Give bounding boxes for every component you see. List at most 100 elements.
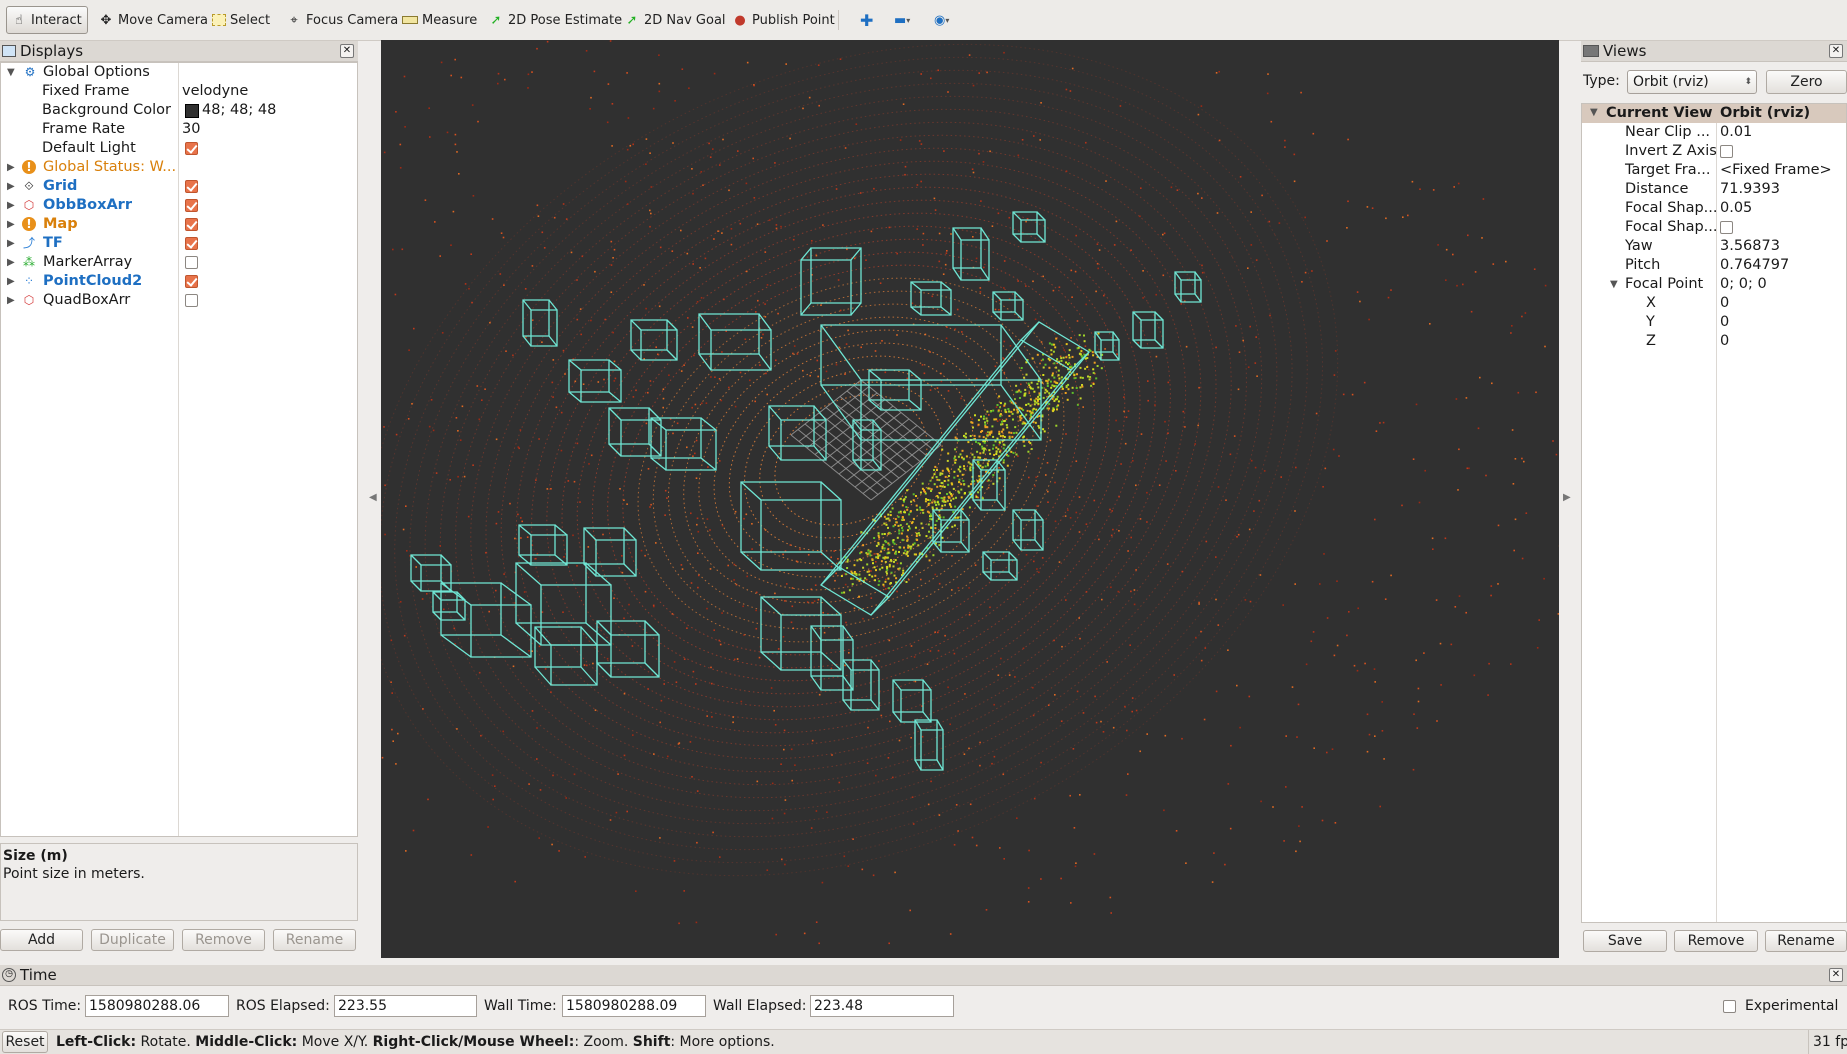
close-icon[interactable]: ✕: [340, 44, 354, 58]
expand-down-icon[interactable]: ▼: [7, 63, 15, 82]
view-prop-row[interactable]: Near Clip ...0.01: [1582, 123, 1847, 142]
close-icon[interactable]: ✕: [1829, 44, 1843, 58]
view-prop-row[interactable]: Invert Z Axis: [1582, 142, 1847, 161]
grid-checkbox[interactable]: [185, 180, 198, 193]
expand-right-icon[interactable]: ▶: [7, 253, 15, 272]
point: [447, 132, 449, 134]
display-item-pointcloud2[interactable]: ▶ ⁘ PointCloud2: [1, 272, 358, 291]
zero-button[interactable]: Zero: [1766, 70, 1847, 94]
quadboxarr-checkbox[interactable]: [185, 294, 198, 307]
duplicate-button[interactable]: Duplicate: [91, 929, 174, 951]
view-prop-checkbox[interactable]: [1720, 221, 1733, 234]
collapse-right-icon[interactable]: ▶: [1563, 492, 1571, 503]
point: [1079, 334, 1081, 336]
point: [1048, 367, 1050, 369]
view-prop-row[interactable]: Focal Point▼0; 0; 0: [1582, 275, 1847, 294]
prop-frame-rate[interactable]: Frame Rate 30: [1, 120, 358, 139]
tf-checkbox[interactable]: [185, 237, 198, 250]
point: [930, 515, 932, 517]
prop-fixed-frame[interactable]: Fixed Frame velodyne: [1, 82, 358, 101]
view-prop-row[interactable]: Yaw3.56873: [1582, 237, 1847, 256]
select-tool[interactable]: Select: [208, 6, 274, 34]
save-view-button[interactable]: Save: [1583, 930, 1667, 952]
point: [433, 430, 435, 432]
measure-tool[interactable]: Measure: [398, 6, 481, 34]
point: [1228, 783, 1230, 785]
view-prop-row[interactable]: Y0: [1582, 313, 1847, 332]
map-checkbox[interactable]: [185, 218, 198, 231]
display-item-tf[interactable]: ▶ ⤴ TF: [1, 234, 358, 253]
point: [479, 419, 481, 421]
point: [1092, 368, 1094, 370]
ros-time-field[interactable]: 1580980288.06: [85, 995, 229, 1017]
view-type-select[interactable]: Orbit (rviz) ⬍: [1627, 70, 1757, 94]
display-item-obbboxarr[interactable]: ▶ ⬡ ObbBoxArr: [1, 196, 358, 215]
move-camera-tool[interactable]: ✥Move Camera: [94, 6, 212, 34]
markerarray-checkbox[interactable]: [185, 256, 198, 269]
point: [1003, 52, 1005, 54]
view-prop-row[interactable]: Pitch0.764797: [1582, 256, 1847, 275]
expand-right-icon[interactable]: ▶: [7, 234, 15, 253]
view-prop-row[interactable]: Target Fra...<Fixed Frame>: [1582, 161, 1847, 180]
panels-eye-icon[interactable]: ◉▾: [930, 6, 953, 34]
ros-elapsed-field[interactable]: 223.55: [334, 995, 477, 1017]
view-prop-row[interactable]: Focal Shap...: [1582, 218, 1847, 237]
expand-right-icon[interactable]: ▶: [7, 291, 15, 310]
expand-right-icon[interactable]: ▶: [7, 177, 15, 196]
interact-tool[interactable]: ☝Interact: [6, 6, 88, 34]
expand-down-icon[interactable]: ▼: [1610, 275, 1618, 294]
view-prop-row[interactable]: Z0: [1582, 332, 1847, 351]
publish-point-tool[interactable]: ●Publish Point: [728, 6, 839, 34]
obbboxarr-checkbox[interactable]: [185, 199, 198, 212]
display-item-quadboxarr[interactable]: ▶ ⬡ QuadBoxArr: [1, 291, 358, 310]
default-light-checkbox[interactable]: [185, 142, 198, 155]
point: [881, 715, 883, 717]
remove-view-button[interactable]: Remove: [1674, 930, 1758, 952]
prop-background-color[interactable]: Background Color 48; 48; 48: [1, 101, 358, 120]
point: [733, 579, 735, 581]
view-prop-row[interactable]: X0: [1582, 294, 1847, 313]
lidar-scene[interactable]: [381, 40, 1559, 958]
point: [683, 890, 685, 892]
expand-right-icon[interactable]: ▶: [7, 215, 15, 234]
point: [513, 666, 515, 668]
reset-button[interactable]: Reset: [2, 1031, 48, 1053]
point: [996, 451, 998, 453]
point: [454, 628, 456, 630]
display-item-grid[interactable]: ▶ ⟐ Grid: [1, 177, 358, 196]
rename-view-button[interactable]: Rename: [1765, 930, 1847, 952]
expand-right-icon[interactable]: ▶: [7, 196, 15, 215]
wall-elapsed-field[interactable]: 223.48: [810, 995, 954, 1017]
pose-estimate-tool[interactable]: ➚2D Pose Estimate: [484, 6, 626, 34]
collapse-left-icon[interactable]: ◀: [369, 492, 377, 503]
prop-default-light[interactable]: Default Light: [1, 139, 358, 158]
point: [1015, 391, 1017, 393]
remove-tool-icon[interactable]: ▬▾: [890, 6, 914, 34]
expand-right-icon[interactable]: ▶: [7, 272, 15, 291]
point: [1067, 509, 1069, 511]
point: [939, 261, 941, 263]
rename-display-button[interactable]: Rename: [273, 929, 356, 951]
add-button[interactable]: Add: [0, 929, 83, 951]
display-item-global-status[interactable]: ▶ ! Global Status: W...: [1, 158, 358, 177]
view-prop-row[interactable]: Focal Shap...0.05: [1582, 199, 1847, 218]
current-view-row[interactable]: ▼ Current View Orbit (rviz): [1582, 104, 1847, 123]
view-prop-row[interactable]: Distance71.9393: [1582, 180, 1847, 199]
experimental-checkbox[interactable]: [1723, 1000, 1736, 1013]
expand-down-icon[interactable]: ▼: [1590, 107, 1598, 118]
nav-goal-tool[interactable]: ➚2D Nav Goal: [620, 6, 730, 34]
display-item-map[interactable]: ▶ ! Map: [1, 215, 358, 234]
point: [922, 512, 924, 514]
3d-viewport[interactable]: [381, 40, 1559, 958]
point: [866, 579, 868, 581]
add-tool-icon[interactable]: ✚: [856, 6, 877, 34]
remove-display-button[interactable]: Remove: [182, 929, 265, 951]
pointcloud2-checkbox[interactable]: [185, 275, 198, 288]
global-options-row[interactable]: ▼ ⚙ Global Options: [1, 63, 358, 82]
expand-right-icon[interactable]: ▶: [7, 158, 15, 177]
display-item-markerarray[interactable]: ▶ ⁂ MarkerArray: [1, 253, 358, 272]
close-icon[interactable]: ✕: [1829, 968, 1843, 982]
wall-time-field[interactable]: 1580980288.09: [562, 995, 706, 1017]
view-prop-checkbox[interactable]: [1720, 145, 1733, 158]
focus-camera-tool[interactable]: ⌖Focus Camera: [282, 6, 402, 34]
